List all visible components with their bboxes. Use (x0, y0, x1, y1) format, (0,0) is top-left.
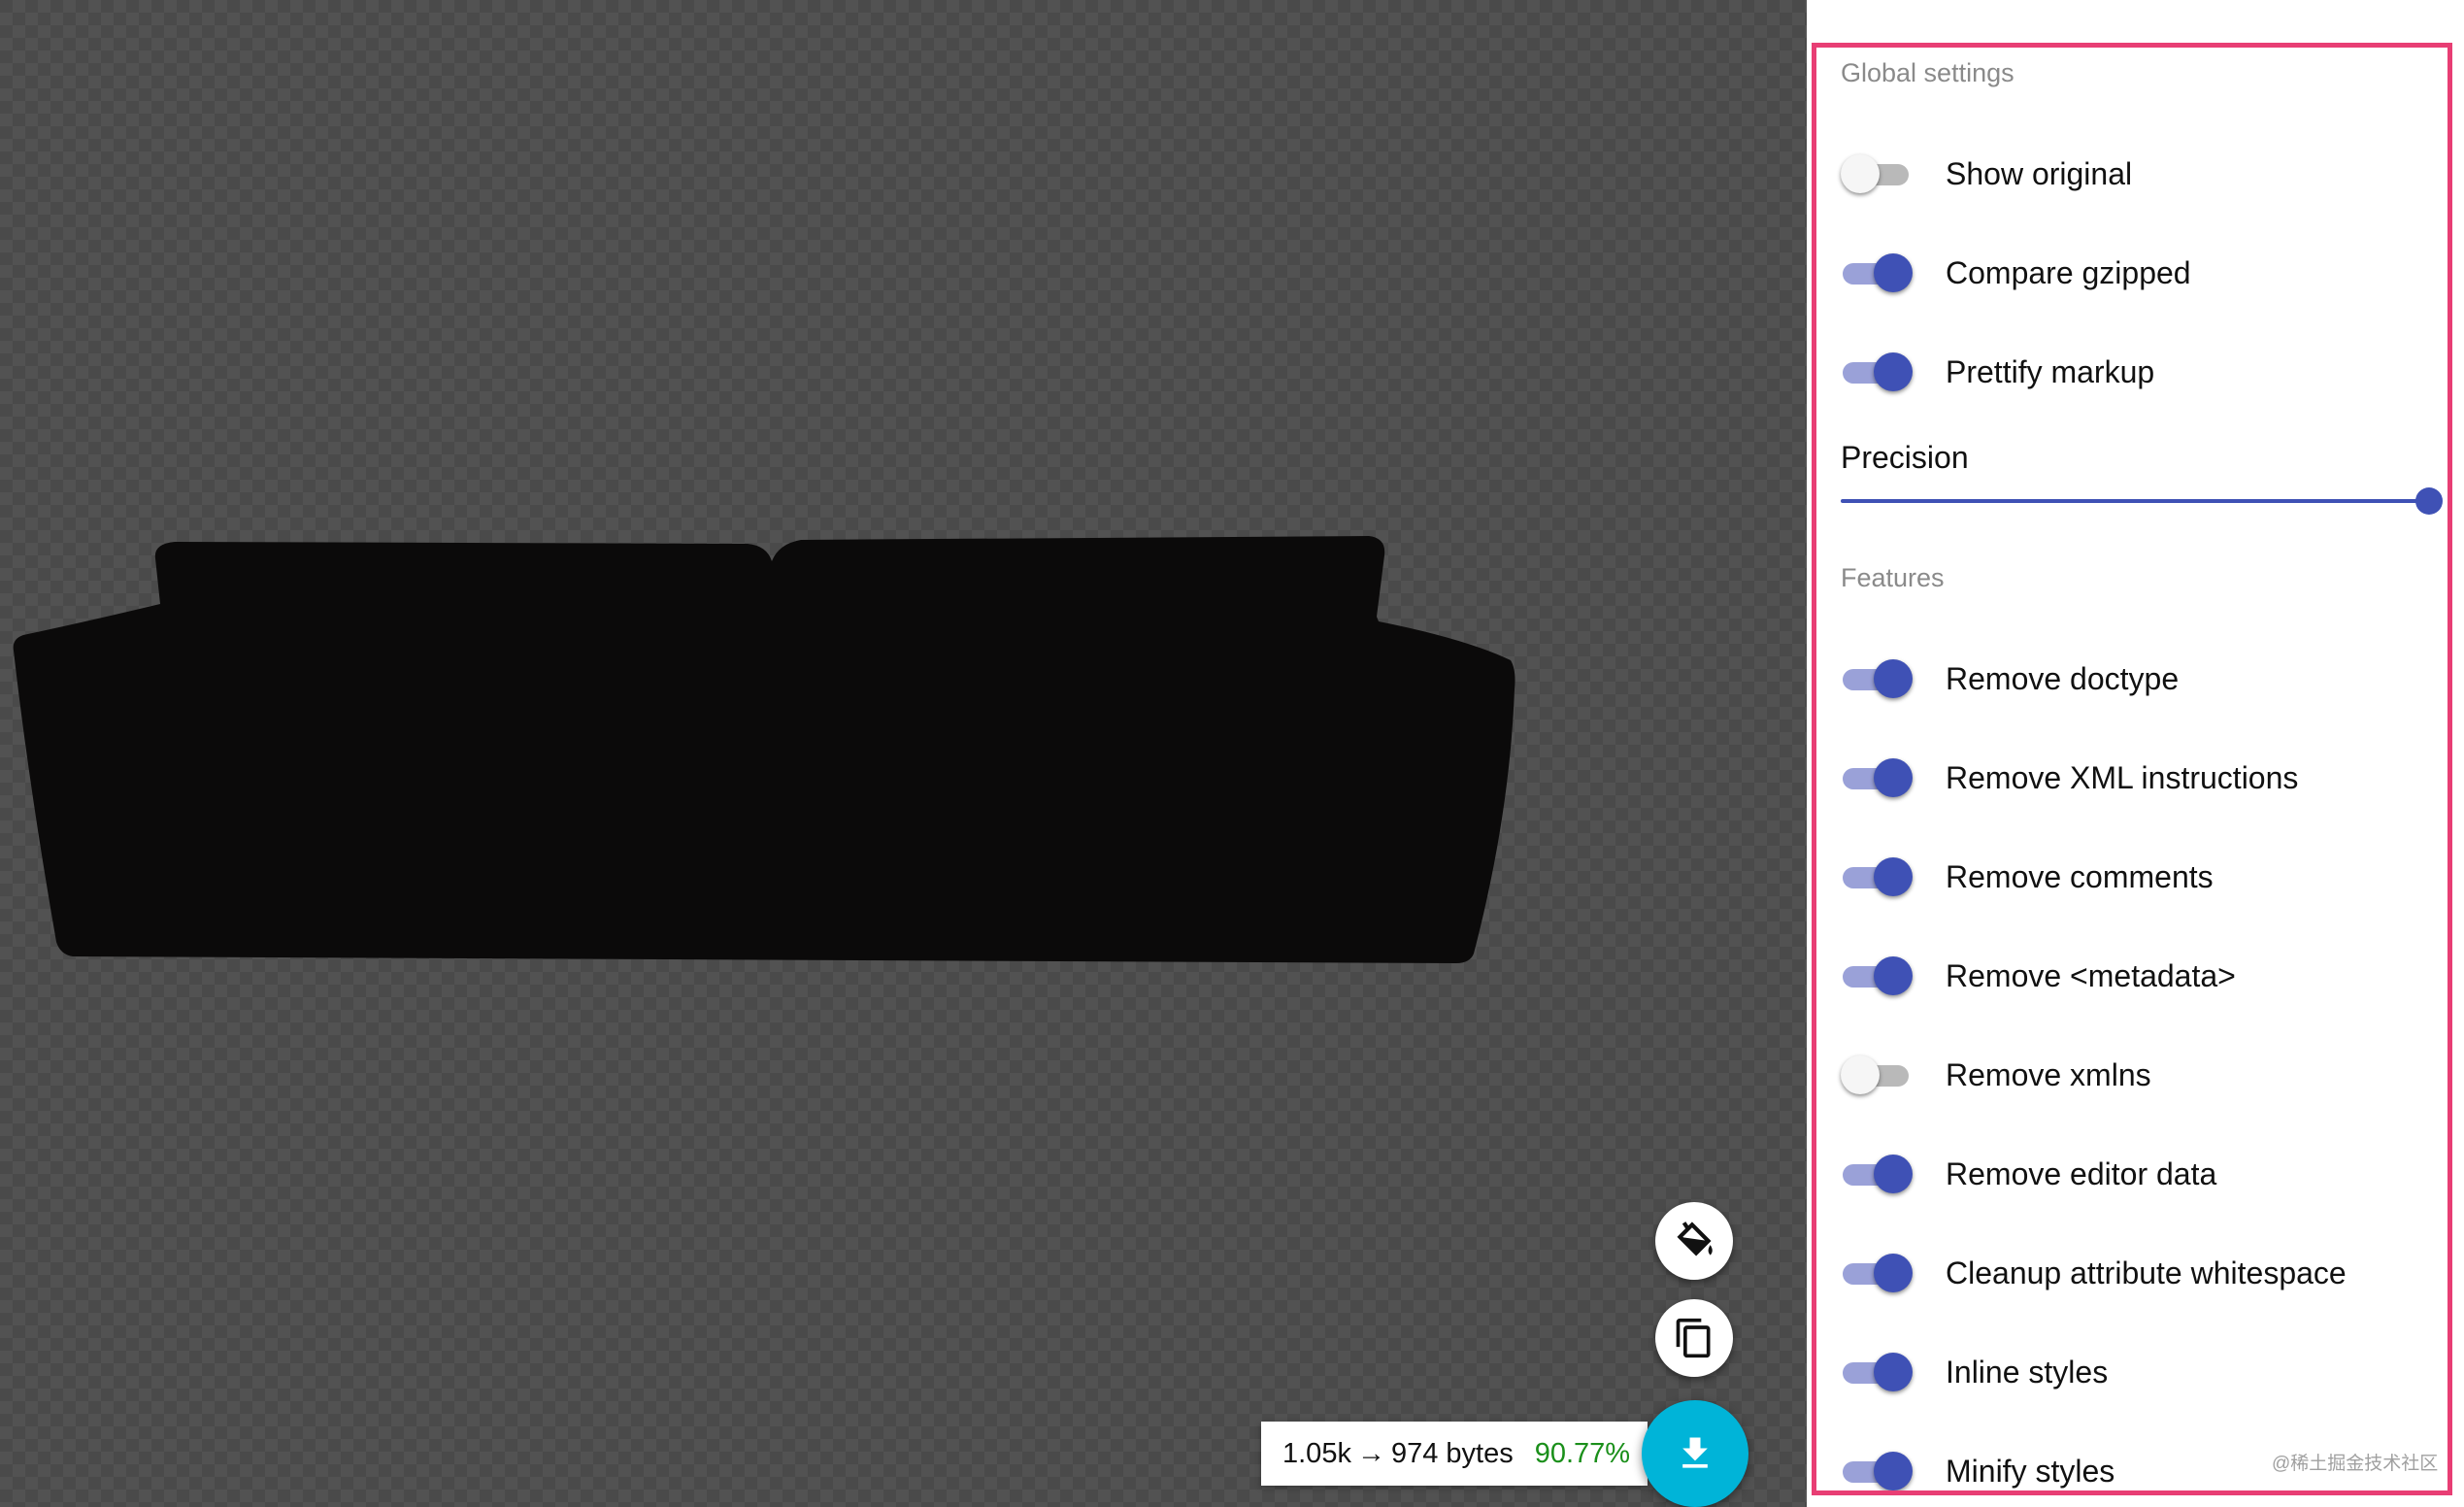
download-button[interactable] (1642, 1400, 1748, 1507)
optimized-size: 974 bytes (1390, 1437, 1514, 1469)
precision-slider-rail (1841, 499, 2429, 503)
arrow-icon: → (1356, 1437, 1385, 1469)
toggle-row-compare-gzipped[interactable]: Compare gzipped (1841, 244, 2423, 302)
download-icon (1682, 1437, 1708, 1468)
remove-xmlns-toggle[interactable] (1841, 1054, 1913, 1096)
watermark-text: @稀土掘金技术社区 (2272, 1454, 2439, 1474)
paint-bucket-button[interactable] (1655, 1202, 1733, 1280)
svg-preview-canvas (0, 0, 1807, 1507)
remove-comments-label: Remove comments (1946, 858, 2214, 894)
toggle-row-inline-styles[interactable]: Inline styles (1841, 1343, 2423, 1401)
inline-styles-label: Inline styles (1946, 1354, 2109, 1390)
size-results-bar: 1.05k → 974 bytes 90.77% (1261, 1422, 1648, 1486)
copy-icon (1676, 1318, 1711, 1358)
remove-doctype-label: Remove doctype (1946, 660, 2180, 696)
cleanup-attribute-whitespace-label: Cleanup attribute whitespace (1946, 1255, 2347, 1290)
remove-xml-instructions-label: Remove XML instructions (1946, 759, 2299, 795)
toggle-row-prettify-markup[interactable]: Prettify markup (1841, 343, 2423, 401)
toggle-row-remove-comments[interactable]: Remove comments (1841, 848, 2423, 906)
precision-slider-thumb[interactable] (2415, 487, 2443, 515)
remove-xml-instructions-toggle[interactable] (1841, 756, 1913, 799)
toggle-row-remove-xmlns[interactable]: Remove xmlns (1841, 1046, 2423, 1104)
toggle-row-cleanup-attribute-whitespace[interactable]: Cleanup attribute whitespace (1841, 1244, 2423, 1302)
features-title: Features (1841, 563, 1945, 592)
remove-xmlns-label: Remove xmlns (1946, 1056, 2151, 1092)
show-original-label: Show original (1946, 155, 2133, 191)
toggle-row-show-original[interactable]: Show original (1841, 145, 2423, 203)
sofa-silhouette-image (13, 536, 1515, 963)
toggle-row-remove-doctype[interactable]: Remove doctype (1841, 650, 2423, 708)
remove-editor-data-label: Remove editor data (1946, 1155, 2217, 1191)
toggle-row-remove-editor-data[interactable]: Remove editor data (1841, 1145, 2423, 1203)
remove-comments-toggle[interactable] (1841, 855, 1913, 898)
remove-metadata-toggle[interactable] (1841, 954, 1913, 997)
remove-doctype-toggle[interactable] (1841, 657, 1913, 700)
show-original-toggle[interactable] (1841, 152, 1913, 195)
prettify-markup-toggle[interactable] (1841, 351, 1913, 393)
precision-label: Precision (1841, 440, 1969, 475)
compare-gzipped-toggle[interactable] (1841, 251, 1913, 294)
savings-percent: 90.77% (1534, 1437, 1631, 1469)
toggle-row-remove-metadata[interactable]: Remove <metadata> (1841, 947, 2423, 1005)
paint-bucket-icon (1677, 1222, 1713, 1256)
minify-styles-label: Minify styles (1946, 1453, 2115, 1489)
prettify-markup-label: Prettify markup (1946, 353, 2155, 389)
remove-editor-data-toggle[interactable] (1841, 1153, 1913, 1195)
original-size: 1.05k (1282, 1437, 1351, 1469)
toggle-row-remove-xml-instructions[interactable]: Remove XML instructions (1841, 749, 2423, 807)
copy-button[interactable] (1655, 1299, 1733, 1377)
inline-styles-toggle[interactable] (1841, 1351, 1913, 1393)
minify-styles-toggle[interactable] (1841, 1450, 1913, 1492)
precision-slider[interactable] (1841, 486, 2443, 517)
cleanup-attribute-whitespace-toggle[interactable] (1841, 1252, 1913, 1294)
remove-metadata-label: Remove <metadata> (1946, 957, 2236, 993)
compare-gzipped-label: Compare gzipped (1946, 254, 2191, 290)
global-settings-title: Global settings (1841, 58, 2014, 87)
